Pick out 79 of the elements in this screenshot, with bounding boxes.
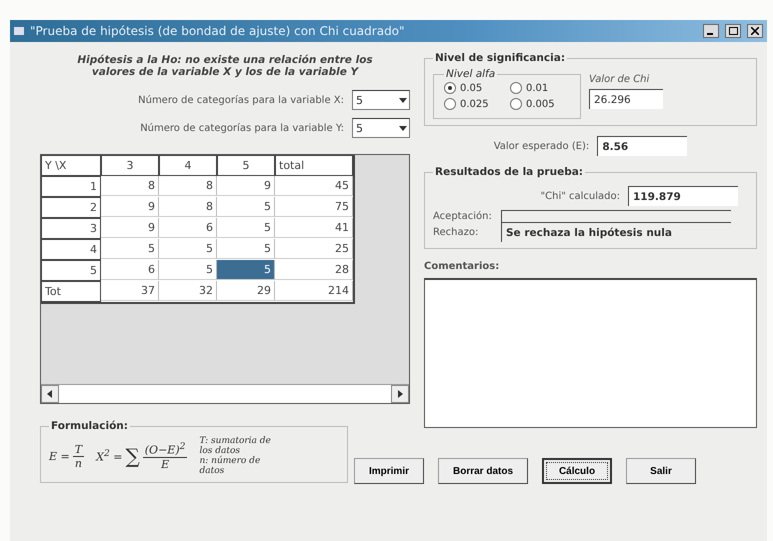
category-label: Número de categorías para la variable X: xyxy=(138,94,344,106)
row-header: 2 xyxy=(41,197,101,218)
action-button[interactable]: Borrar datos xyxy=(438,458,528,484)
table-cell[interactable]: 9 xyxy=(101,197,159,217)
row-header: 3 xyxy=(41,218,101,239)
chi-calculated-label: "Chi" calculado: xyxy=(540,190,620,202)
critical-value-field[interactable]: 26.296 xyxy=(589,89,663,109)
column-header: 4 xyxy=(159,155,217,176)
table-cell[interactable]: 8 xyxy=(159,197,217,217)
row-header: 4 xyxy=(41,239,101,260)
table-cell[interactable]: 45 xyxy=(275,176,353,196)
column-header: 3 xyxy=(101,155,159,176)
acceptance-label: Aceptación: xyxy=(433,210,493,222)
formula-title: Formulación: xyxy=(50,420,129,432)
column-header: Y \X xyxy=(41,155,101,176)
window-icon xyxy=(14,27,24,35)
category-label: Número de categorías para la variable Y: xyxy=(140,122,344,134)
table-cell[interactable]: 28 xyxy=(275,260,353,280)
expected-value-field[interactable]: 8.56 xyxy=(597,136,688,156)
alpha-radio[interactable]: 0.025 xyxy=(444,98,504,110)
minimize-button[interactable] xyxy=(703,24,719,38)
table-cell[interactable]: 5 xyxy=(159,260,217,280)
maximize-button[interactable] xyxy=(725,24,741,38)
column-header: 5 xyxy=(217,155,275,176)
alpha-radio[interactable]: 0.05 xyxy=(444,82,504,94)
chi-calculated-field[interactable]: 119.879 xyxy=(628,186,738,206)
table-cell[interactable]: 5 xyxy=(217,197,275,217)
action-button[interactable]: Imprimir xyxy=(354,458,424,484)
comments-field[interactable] xyxy=(424,278,757,428)
table-cell[interactable]: 25 xyxy=(275,239,353,259)
table-cell[interactable]: 8 xyxy=(159,176,217,196)
table-cell[interactable]: 29 xyxy=(217,281,275,301)
maximize-icon xyxy=(728,27,738,35)
dropdown-arrow-icon xyxy=(399,124,407,132)
acceptance-field[interactable] xyxy=(501,210,731,222)
row-header: Tot xyxy=(41,281,101,302)
scroll-left-button[interactable] xyxy=(41,385,59,403)
close-button[interactable] xyxy=(747,24,763,38)
comments-label: Comentarios: xyxy=(424,261,500,272)
row-header: 5 xyxy=(41,260,101,281)
row-header: 1 xyxy=(41,176,101,197)
column-header: total xyxy=(275,155,353,176)
formula-note: n: número de datos xyxy=(199,456,262,476)
rejection-label: Rechazo: xyxy=(433,226,480,238)
action-button[interactable]: Cálculo xyxy=(542,458,612,484)
table-cell[interactable]: 75 xyxy=(275,197,353,217)
rejection-field[interactable]: Se rechaza la hipótesis nula xyxy=(501,222,731,242)
expected-value-label: Valor esperado (E): xyxy=(494,140,590,152)
table-cell[interactable]: 5 xyxy=(101,239,159,259)
alpha-radio[interactable]: 0.005 xyxy=(510,98,570,110)
horizontal-scrollbar[interactable] xyxy=(41,384,409,403)
table-cell[interactable]: 214 xyxy=(275,281,353,301)
table-cell[interactable]: 6 xyxy=(159,218,217,238)
dropdown-arrow-icon xyxy=(399,96,407,104)
table-cell[interactable]: 5 xyxy=(217,260,275,280)
critical-value-label: Valor de Chi xyxy=(589,74,650,85)
significance-title: Nivel de significancia: xyxy=(434,52,566,64)
table-cell[interactable]: 5 xyxy=(217,218,275,238)
left-arrow-icon xyxy=(46,390,54,398)
category-dropdown[interactable]: 5 xyxy=(352,118,410,138)
alpha-radio[interactable]: 0.01 xyxy=(510,82,570,94)
alpha-group-title: Nivel alfa xyxy=(445,68,496,80)
table-cell[interactable]: 9 xyxy=(217,176,275,196)
right-arrow-icon xyxy=(396,390,404,398)
category-dropdown[interactable]: 5 xyxy=(352,90,410,110)
results-title: Resultados de la prueba: xyxy=(434,166,584,178)
table-cell[interactable]: 37 xyxy=(101,281,159,301)
hypothesis-text: Hipótesis a la Ho: no existe una relación entre los valores de la variable X y los de la variable Y xyxy=(76,54,374,78)
table-cell[interactable]: 41 xyxy=(275,218,353,238)
table-cell[interactable]: 8 xyxy=(101,176,159,196)
table-cell[interactable]: 32 xyxy=(159,281,217,301)
scroll-right-button[interactable] xyxy=(391,385,409,403)
table-cell[interactable]: 9 xyxy=(101,218,159,238)
table-cell[interactable]: 5 xyxy=(217,239,275,259)
table-cell[interactable]: 5 xyxy=(159,239,217,259)
table-cell[interactable]: 6 xyxy=(101,260,159,280)
action-button[interactable]: Salir xyxy=(626,458,696,484)
window-title: "Prueba de hipótesis (de bondad de ajuste) con Chi cuadrado" xyxy=(30,24,406,38)
close-icon xyxy=(751,27,759,35)
